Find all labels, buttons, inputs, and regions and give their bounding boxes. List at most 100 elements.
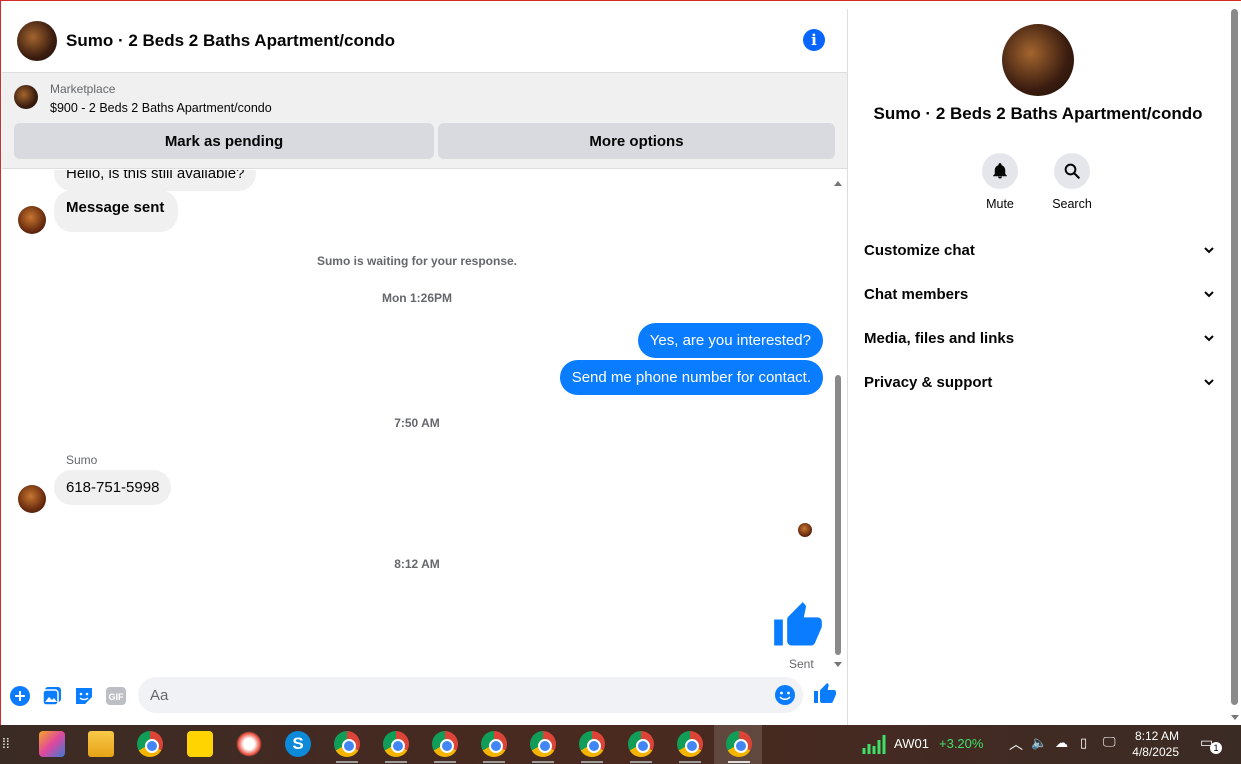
chat-header: Sumo · 2 Beds 2 Baths Apartment/condo i (2, 9, 847, 73)
emoji-icon[interactable] (774, 684, 796, 706)
chevron-up-icon[interactable]: ︿ (1009, 734, 1023, 754)
windows-taskbar: ⁞⁞ S AW01 +3.20% ︿ 🔈 ☁ ▯ 🖵 8:12 AM 4/8/2… (0, 725, 1241, 764)
chrome-profile-icon[interactable] (481, 731, 507, 757)
running-indicator (385, 761, 407, 763)
app-window: Sumo · 2 Beds 2 Baths Apartment/condo i … (0, 0, 1241, 726)
plus-icon[interactable] (9, 685, 31, 707)
running-indicator (581, 761, 603, 763)
section-label: Chat members (864, 285, 969, 303)
running-indicator (728, 761, 750, 763)
section-label: Media, files and links (864, 329, 1015, 347)
message-bubble-outgoing: Send me phone number for contact. (559, 360, 823, 395)
sender-avatar[interactable] (18, 485, 46, 513)
running-indicator (630, 761, 652, 763)
chrome-profile-icon[interactable] (334, 731, 360, 757)
file-explorer-icon[interactable] (88, 731, 114, 757)
search-action[interactable]: Search (1042, 153, 1102, 211)
chrome-profile-icon[interactable] (530, 731, 556, 757)
message-bubble-incoming: Message sent (54, 190, 179, 232)
cloud-icon[interactable]: ☁ (1055, 735, 1068, 751)
message-bubble-incoming: Hello, is this still available? (54, 170, 257, 191)
running-indicator (483, 761, 505, 763)
stock-change[interactable]: +3.20% (939, 736, 983, 751)
info-icon[interactable]: i (803, 29, 825, 51)
task-view-icon[interactable]: ⁞⁞ (2, 735, 10, 753)
message-scrollbar[interactable] (833, 179, 843, 669)
chrome-profile-icon[interactable] (628, 731, 654, 757)
sender-avatar[interactable] (18, 206, 46, 234)
system-clock[interactable]: 8:12 AM 4/8/2025 (1132, 728, 1179, 760)
scroll-down-arrow[interactable] (834, 662, 842, 667)
mark-as-pending-button[interactable]: Mark as pending (14, 123, 434, 159)
more-options-button[interactable]: More options (438, 123, 835, 159)
photo-icon[interactable] (41, 685, 63, 707)
chat-title[interactable]: Sumo · 2 Beds 2 Baths Apartment/condo (66, 31, 395, 51)
section-label: Privacy & support (864, 373, 993, 391)
timestamp: 7:50 AM (394, 416, 440, 430)
bell-icon[interactable] (982, 153, 1018, 189)
running-indicator (336, 761, 358, 763)
sender-name: Sumo (66, 453, 98, 467)
section-label: Customize chat (864, 241, 975, 259)
section-privacy-support[interactable]: Privacy & support (864, 367, 1214, 397)
timestamp: 8:12 AM (394, 557, 440, 571)
message-bubble-incoming: 618-751-5998 (54, 470, 172, 505)
message-input[interactable] (138, 677, 758, 713)
sticky-notes-icon[interactable] (187, 731, 213, 757)
mute-label: Mute (986, 197, 1014, 211)
composer: GIF (2, 675, 847, 721)
marketplace-banner: Marketplace $900 - 2 Beds 2 Baths Apartm… (2, 73, 847, 169)
window-scrollbar[interactable] (1228, 1, 1241, 726)
window-scroll-thumb[interactable] (1231, 9, 1238, 705)
clock-time: 8:12 AM (1134, 729, 1179, 743)
search-icon[interactable] (1054, 153, 1090, 189)
listing-avatar[interactable] (17, 20, 57, 61)
chevron-down-icon (1204, 335, 1214, 342)
like-button-icon[interactable] (813, 682, 837, 706)
conversation-avatar[interactable] (1002, 24, 1074, 96)
running-indicator (679, 761, 701, 763)
section-customize-chat[interactable]: Customize chat (864, 235, 1214, 265)
running-indicator (532, 761, 554, 763)
waiting-note: Sumo is waiting for your response. (316, 254, 518, 268)
stock-ticker[interactable]: AW01 (894, 736, 929, 751)
timestamp: Mon 1:26PM (381, 291, 452, 305)
section-chat-members[interactable]: Chat members (864, 279, 1214, 309)
skype-icon[interactable]: S (285, 731, 311, 757)
message-input-box[interactable] (138, 677, 803, 713)
running-indicator (434, 761, 456, 763)
mute-action[interactable]: Mute (970, 153, 1030, 211)
sticker-icon[interactable] (73, 685, 95, 707)
chrome-profile-icon[interactable] (677, 731, 703, 757)
scroll-up-arrow[interactable] (834, 181, 842, 186)
stock-chart-icon[interactable] (862, 732, 886, 756)
message-bubble-outgoing: Yes, are you interested? (637, 323, 823, 358)
scroll-thumb[interactable] (835, 375, 841, 655)
marketplace-label: Marketplace (50, 82, 116, 96)
conversation-details-pane: Sumo · 2 Beds 2 Baths Apartment/condo Mu… (847, 9, 1227, 726)
read-receipt-avatar (798, 523, 812, 537)
chrome-profile-icon[interactable] (432, 731, 458, 757)
notifications-icon[interactable]: ▭ 1 (1200, 734, 1222, 756)
chrome-profile-icon-active[interactable] (726, 731, 752, 757)
svg-text:GIF: GIF (109, 692, 125, 702)
listing-price-title[interactable]: $900 - 2 Beds 2 Baths Apartment/condo (50, 101, 272, 115)
battery-icon[interactable]: ▯ (1080, 735, 1087, 751)
paint-icon[interactable] (236, 731, 262, 757)
chevron-down-icon (1204, 291, 1214, 298)
chrome-icon[interactable] (137, 731, 163, 757)
gif-icon[interactable]: GIF (105, 685, 127, 707)
search-label: Search (1052, 197, 1092, 211)
message-list: Hello, is this still available? Message … (2, 170, 847, 670)
section-media-files-links[interactable]: Media, files and links (864, 323, 1214, 353)
chrome-profile-icon[interactable] (579, 731, 605, 757)
window-scroll-down-arrow[interactable] (1231, 715, 1239, 720)
chrome-profile-icon[interactable] (383, 731, 409, 757)
network-icon[interactable]: 🖵 (1103, 734, 1116, 750)
sent-status: Sent (789, 657, 814, 670)
listing-thumbnail[interactable] (14, 85, 38, 109)
copilot-icon[interactable] (39, 731, 65, 757)
chevron-down-icon (1204, 379, 1214, 386)
thumbs-up-icon (774, 602, 822, 646)
volume-icon[interactable]: 🔈 (1031, 735, 1047, 751)
